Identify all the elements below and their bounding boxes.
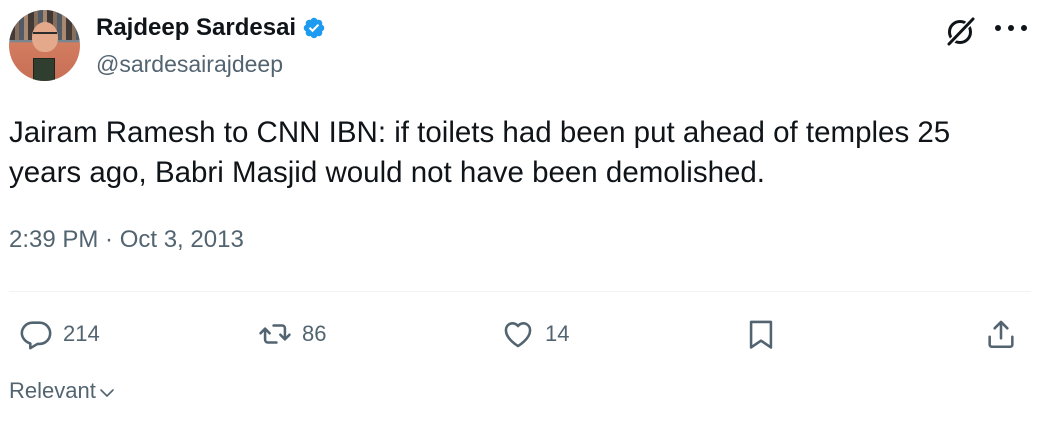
repost-count: 86 [302, 321, 327, 346]
chevron-down-icon [100, 389, 114, 397]
reply-button[interactable]: 214 [19, 314, 100, 354]
tweet-text: Jairam Ramesh to CNN IBN: if toilets had… [9, 116, 951, 189]
like-count: 14 [545, 321, 570, 346]
tweet-timestamp[interactable]: 2:39 PM · Oct 3, 2013 [9, 224, 244, 256]
repost-button[interactable]: 86 [258, 314, 326, 354]
repost-icon [259, 324, 291, 344]
like-button[interactable]: 14 [501, 314, 569, 354]
bookmark-icon [749, 320, 773, 349]
bookmark-button[interactable] [744, 314, 778, 354]
more-icon[interactable] [992, 20, 1030, 36]
avatar[interactable] [9, 10, 80, 81]
grok-icon[interactable] [944, 14, 978, 48]
sort-label: Relevant [9, 378, 96, 403]
verified-badge-icon [303, 17, 325, 39]
share-icon [988, 320, 1014, 349]
author-name-row[interactable]: Rajdeep Sardesai [96, 13, 326, 43]
share-button[interactable] [984, 314, 1018, 354]
sort-relevant-dropdown[interactable]: Relevant [9, 375, 116, 407]
author-handle[interactable]: @sardesairajdeep [96, 49, 283, 79]
like-icon [504, 322, 532, 348]
reply-icon [20, 321, 52, 350]
author-name[interactable]: Rajdeep Sardesai [96, 13, 296, 43]
divider [9, 291, 1031, 292]
reply-count: 214 [63, 321, 100, 346]
